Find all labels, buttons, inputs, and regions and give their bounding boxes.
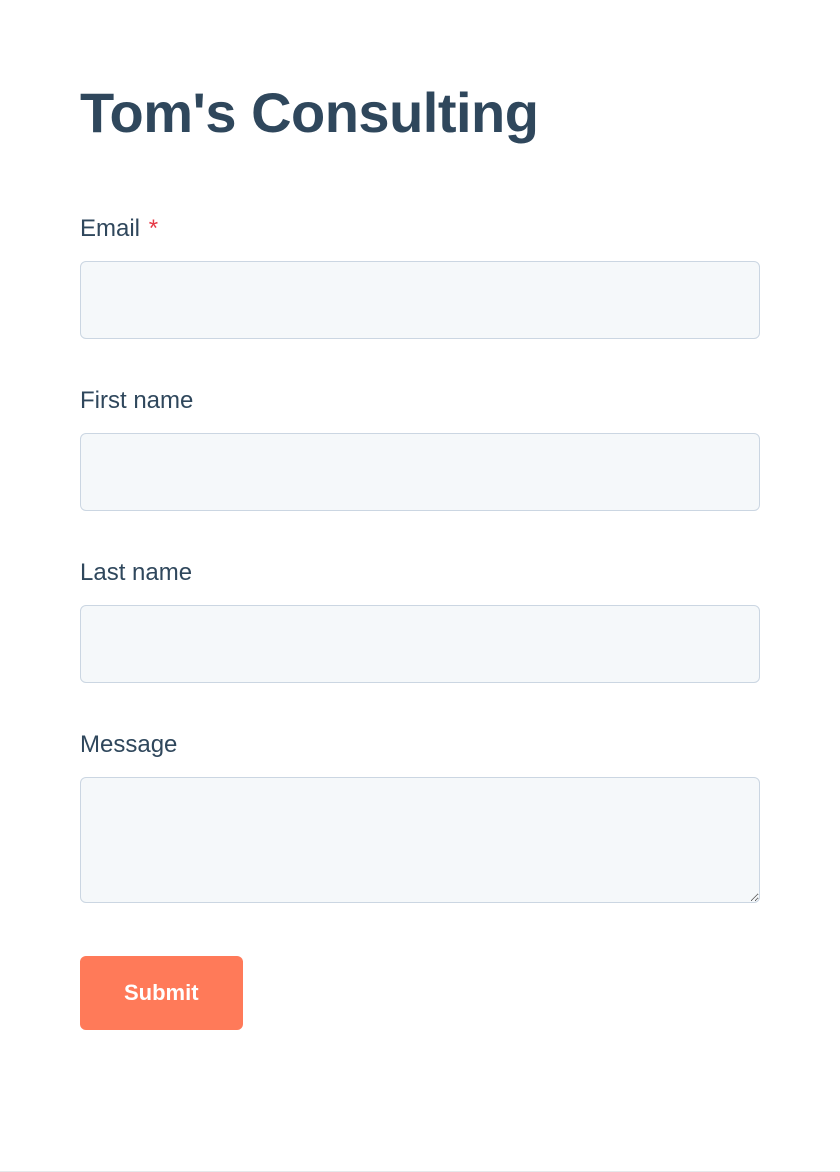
email-label-text: Email [80,215,140,242]
page-title: Tom's Consulting [80,80,760,145]
required-asterisk: * [149,215,158,242]
first-name-label: First name [80,387,760,415]
last-name-field[interactable] [80,605,760,683]
last-name-label: Last name [80,559,760,587]
message-label: Message [80,731,760,759]
email-group: Email * [80,215,760,339]
email-field[interactable] [80,261,760,339]
email-label: Email * [80,215,760,243]
last-name-group: Last name [80,559,760,683]
message-field[interactable] [80,777,760,903]
first-name-field[interactable] [80,433,760,511]
contact-form: Email * First name Last name Message Sub… [80,215,760,1030]
message-group: Message [80,731,760,908]
submit-button[interactable]: Submit [80,956,243,1030]
first-name-group: First name [80,387,760,511]
